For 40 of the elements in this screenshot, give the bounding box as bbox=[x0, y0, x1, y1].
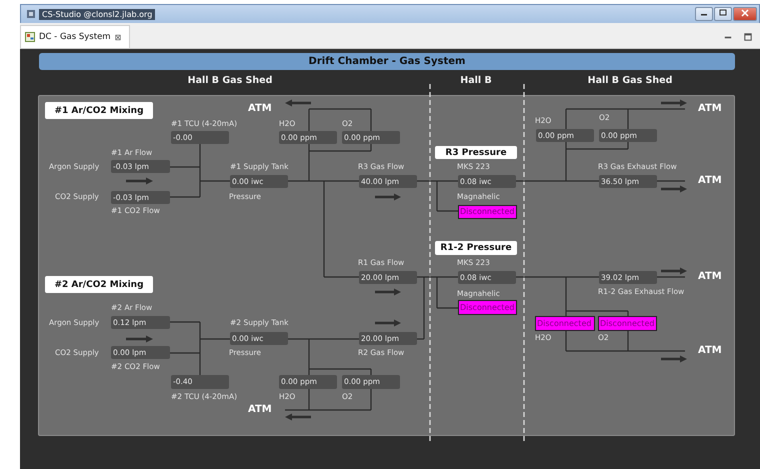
flow-arrow-icon bbox=[661, 186, 687, 192]
readout-field: Disconnected bbox=[598, 316, 657, 331]
atm-label: ATM bbox=[248, 102, 272, 116]
section-heading: Hall B bbox=[459, 75, 493, 86]
flow-arrow-icon bbox=[285, 414, 311, 420]
group-title: #2 Ar/CO2 Mixing bbox=[45, 276, 153, 293]
flow-arrow-icon bbox=[285, 100, 311, 106]
atm-label: ATM bbox=[698, 344, 722, 358]
app-icon bbox=[26, 9, 36, 19]
group-title: R1-2 Pressure bbox=[435, 241, 517, 255]
pipe-line bbox=[657, 276, 685, 278]
atm-label: ATM bbox=[248, 403, 272, 417]
close-button[interactable] bbox=[733, 7, 757, 21]
group-title: R3 Pressure bbox=[435, 146, 517, 159]
flow-arrow-icon bbox=[375, 194, 401, 200]
flow-arrow-icon bbox=[126, 336, 153, 342]
flow-arrow-icon bbox=[375, 288, 401, 296]
section-heading: Hall B Gas Shed bbox=[586, 75, 674, 86]
atm-label: ATM bbox=[698, 102, 722, 116]
close-tab-button[interactable]: ⊠ bbox=[114, 32, 122, 42]
flow-arrow-icon bbox=[375, 320, 401, 326]
section-heading: Hall B Gas Shed bbox=[186, 75, 274, 86]
maximize-view-icon[interactable] bbox=[744, 33, 752, 41]
readout-field: Disconnected bbox=[458, 300, 517, 315]
readout-field: Disconnected bbox=[535, 316, 595, 331]
readout-field: Disconnected bbox=[458, 205, 517, 219]
display-title-bar: Drift Chamber - Gas System bbox=[39, 53, 735, 70]
flow-arrow-icon bbox=[126, 178, 153, 184]
maximize-button[interactable] bbox=[714, 7, 732, 21]
atm-label: ATM bbox=[698, 174, 722, 188]
minimize-button[interactable] bbox=[695, 7, 713, 21]
editor-tab[interactable]: DC - Gas System ⊠ bbox=[20, 25, 130, 48]
pipe-line bbox=[657, 180, 685, 182]
display-icon bbox=[25, 32, 35, 42]
window-title: CS-Studio @clonsl2.jlab.org bbox=[39, 8, 156, 20]
flow-arrow-icon bbox=[661, 268, 687, 274]
flow-arrow-icon bbox=[661, 356, 687, 362]
atm-label: ATM bbox=[698, 270, 722, 284]
flow-arrow-icon bbox=[661, 100, 687, 106]
group-title: #1 Ar/CO2 Mixing bbox=[45, 102, 153, 119]
